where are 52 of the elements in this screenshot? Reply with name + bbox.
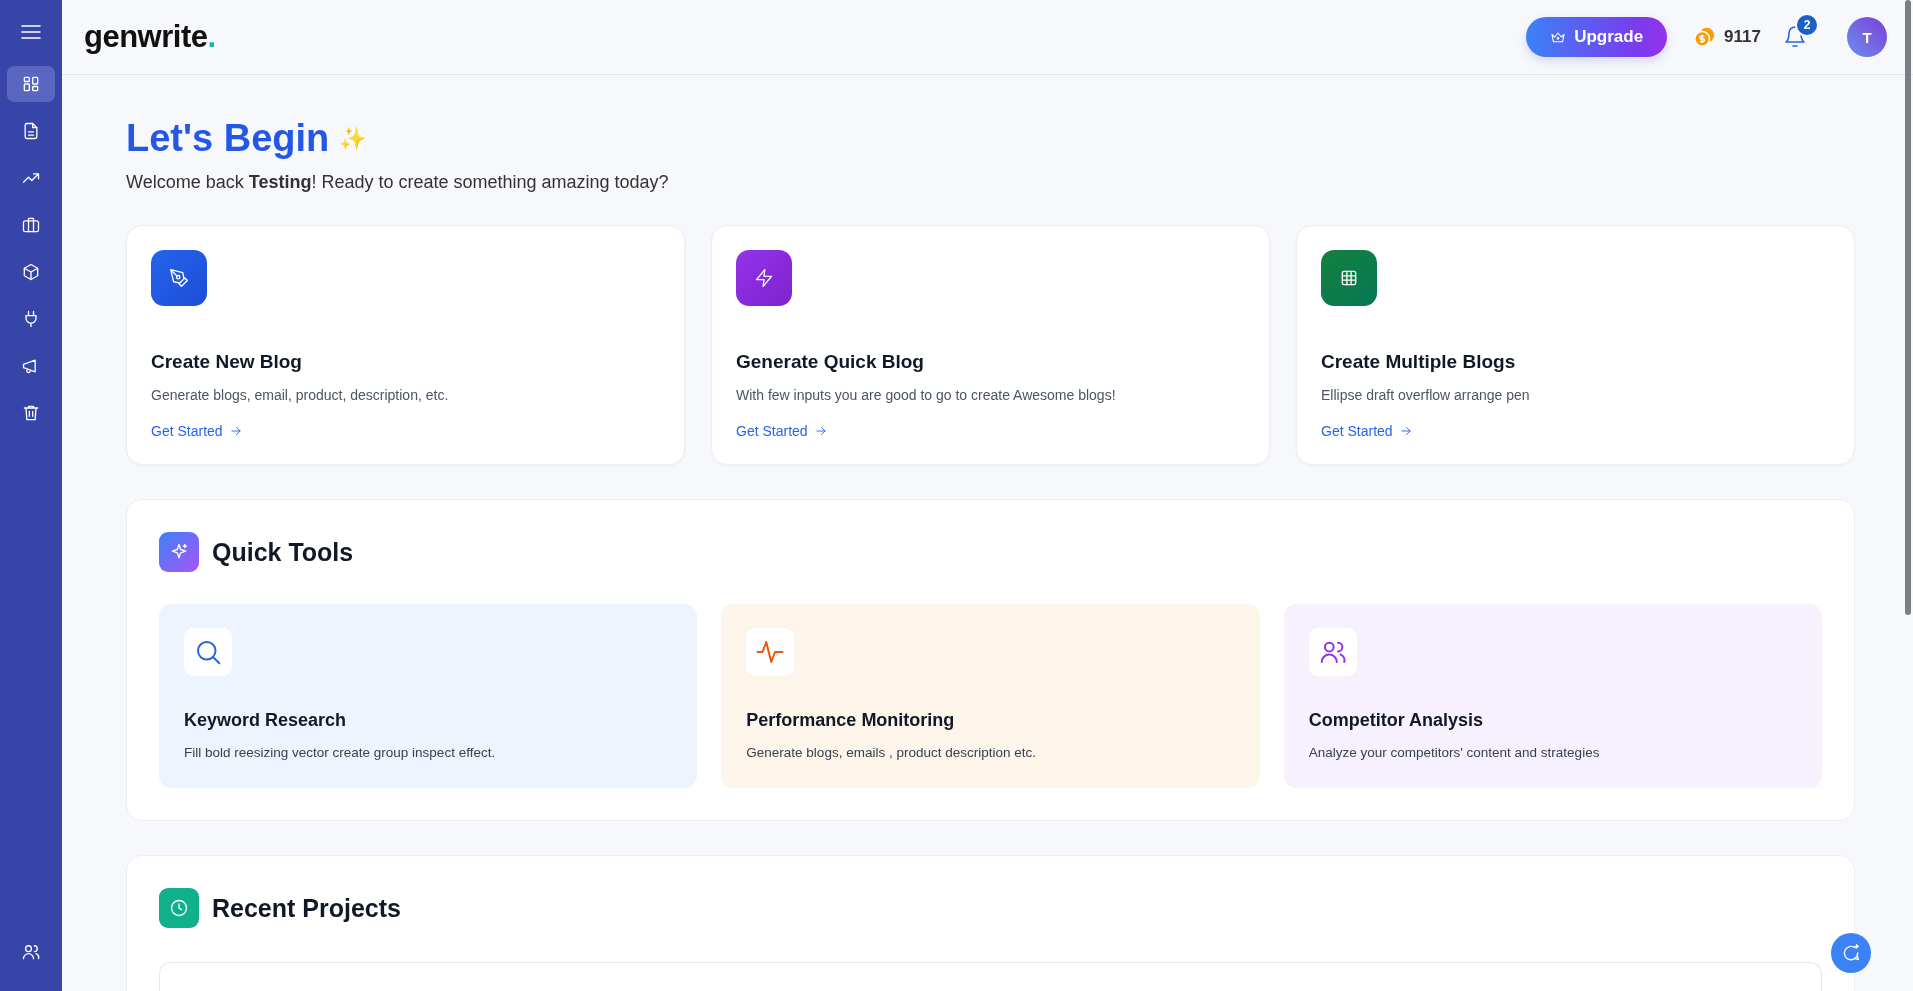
tool-card[interactable]: Performance Monitoring Generate blogs, emails , product description etc. [721, 604, 1260, 788]
get-started-link[interactable]: Get Started [151, 423, 243, 439]
tool-card[interactable]: Competitor Analysis Analyze your competitors' content and strategies [1283, 604, 1822, 788]
tool-description: Analyze your competitors' content and strategies [1308, 745, 1601, 760]
notification-badge: 2 [1795, 13, 1819, 37]
arrow-icon [228, 424, 243, 438]
pulse-icon [746, 628, 795, 676]
upgrade-button[interactable]: Upgrade [1526, 17, 1668, 57]
credits-count: 9117 [1724, 27, 1761, 47]
briefcase-icon [21, 215, 41, 235]
card-description: With few inputs you are good to go to create Awesome blogs! [736, 387, 1117, 403]
sparkle-icon [159, 532, 199, 572]
tool-card[interactable]: Keyword Research Fill bold reesizing vector create group inspect effect. [159, 604, 698, 788]
card-description: Ellipse draft overflow arrange pen [1321, 387, 1531, 403]
card-title: Generate Quick Blog [736, 351, 925, 373]
logo[interactable]: genwrite. [80, 19, 216, 55]
card-title: Create New Blog [151, 351, 303, 373]
sparkle-mark: ✨ [339, 125, 367, 152]
card-description: Generate blogs, email, product, description, etc. [151, 387, 450, 403]
logo-dot: . [207, 19, 216, 55]
logo-text: genwrite [84, 19, 208, 55]
coins-icon [1693, 26, 1716, 48]
search-icon [184, 628, 232, 676]
tool-title: Competitor Analysis [1308, 710, 1485, 731]
avatar[interactable]: T [1847, 17, 1887, 57]
trash-icon [21, 403, 41, 423]
tool-title: Keyword Research [184, 710, 348, 731]
arrow-icon [813, 424, 828, 438]
section-title: Recent Projects [212, 893, 401, 923]
pen-icon [151, 250, 207, 306]
tool-description: Generate blogs, emails , product description etc. [746, 745, 1037, 760]
get-started-link[interactable]: Get Started [736, 423, 828, 439]
cube-icon [21, 262, 41, 282]
clock-icon [159, 888, 199, 928]
lightning-icon [736, 250, 792, 306]
scrollbar[interactable] [1905, 0, 1911, 615]
users-icon [1308, 628, 1357, 676]
page-title: Let's Begin [126, 117, 330, 160]
sidebar-item[interactable] [7, 66, 55, 102]
section-title: Quick Tools [212, 537, 354, 567]
dashboard-icon [21, 74, 41, 94]
chat-button[interactable] [1831, 933, 1871, 973]
chat-icon [1841, 943, 1861, 963]
welcome-message: Welcome back Testing! Ready to create something amazing today? [126, 172, 670, 193]
notifications-button[interactable]: 2 [1779, 13, 1819, 53]
grid-icon [1321, 250, 1377, 306]
tool-title: Performance Monitoring [746, 710, 956, 731]
card-title: Create Multiple Blogs [1321, 351, 1517, 373]
get-started-link[interactable]: Get Started [1321, 423, 1413, 439]
tool-description: Fill bold reesizing vector create group inspect effect. [184, 745, 497, 760]
arrow-icon [1398, 424, 1413, 438]
users-icon [21, 942, 41, 962]
